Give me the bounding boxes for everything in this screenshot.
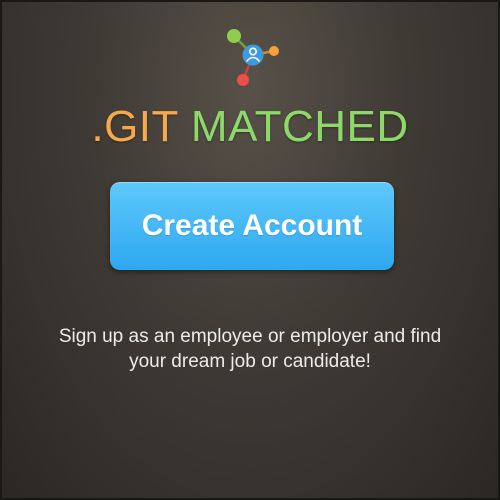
network-user-icon — [227, 29, 279, 86]
create-account-button[interactable]: Create Account — [110, 182, 394, 270]
signup-tagline: Sign up as an employee or employer and f… — [58, 326, 442, 372]
app-title-part2: MATCHED — [190, 102, 409, 151]
app-title-part1: .GIT — [91, 102, 179, 151]
signup-screen: .GIT MATCHED Create Account Sign up as a… — [0, 0, 500, 500]
app-title: .GIT MATCHED — [2, 100, 498, 154]
